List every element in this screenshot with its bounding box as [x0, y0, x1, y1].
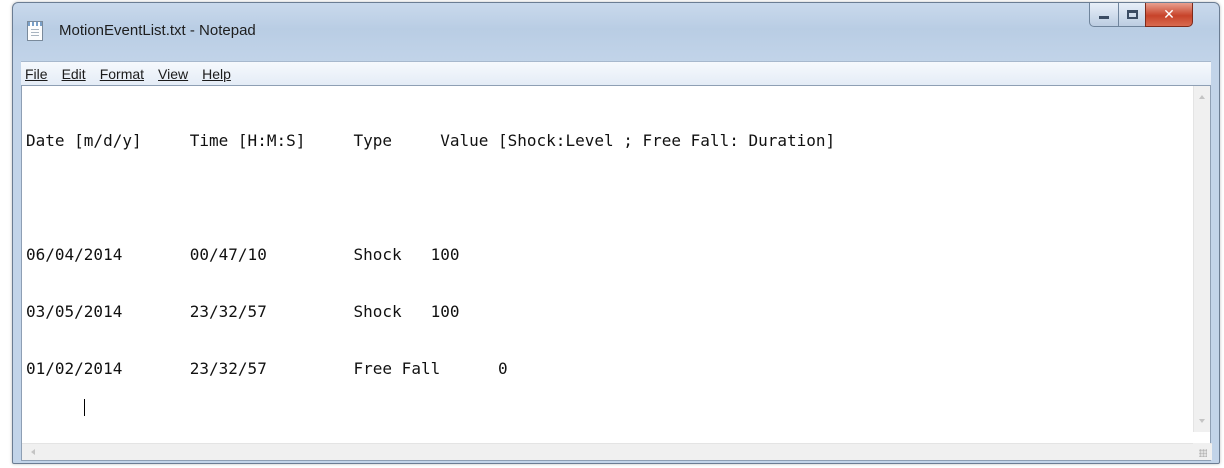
menu-help[interactable]: Help: [195, 66, 238, 82]
maximize-button[interactable]: [1118, 3, 1146, 27]
text-editor[interactable]: Date [m/d/y] Time [H:M:S] Type Value [Sh…: [21, 85, 1212, 461]
close-button[interactable]: ✕: [1145, 3, 1193, 27]
menu-format[interactable]: Format: [93, 66, 151, 82]
minimize-button[interactable]: [1089, 3, 1119, 27]
title-bar[interactable]: MotionEventList.txt - Notepad ✕: [13, 3, 1219, 61]
minimize-icon: [1099, 16, 1109, 19]
resize-grip[interactable]: [1193, 443, 1210, 460]
notepad-icon[interactable]: [27, 21, 43, 41]
document-text[interactable]: Date [m/d/y] Time [H:M:S] Type Value [Sh…: [22, 86, 1212, 432]
menu-view[interactable]: View: [151, 66, 195, 82]
scroll-left-icon[interactable]: [31, 449, 35, 455]
menu-bar: File Edit Format View Help: [21, 61, 1211, 85]
scroll-up-icon[interactable]: [1199, 95, 1205, 99]
vertical-scrollbar[interactable]: [1193, 86, 1210, 432]
menu-file[interactable]: File: [21, 66, 55, 82]
menu-edit[interactable]: Edit: [55, 66, 93, 82]
close-icon: ✕: [1163, 6, 1175, 23]
scroll-down-icon[interactable]: [1199, 419, 1205, 423]
event-row: 06/04/2014 00/47/10 Shock 100: [26, 245, 460, 264]
event-row: 03/05/2014 23/32/57 Shock 100: [26, 302, 460, 321]
text-caret: [83, 399, 85, 416]
horizontal-scrollbar[interactable]: [22, 443, 1212, 460]
maximize-icon: [1126, 10, 1138, 19]
header-line: Date [m/d/y] Time [H:M:S] Type Value [Sh…: [26, 131, 836, 150]
window-title: MotionEventList.txt - Notepad: [59, 22, 256, 39]
event-row: 01/02/2014 23/32/57 Free Fall 0: [26, 359, 508, 378]
notepad-window: MotionEventList.txt - Notepad ✕ File Edi…: [12, 2, 1220, 464]
